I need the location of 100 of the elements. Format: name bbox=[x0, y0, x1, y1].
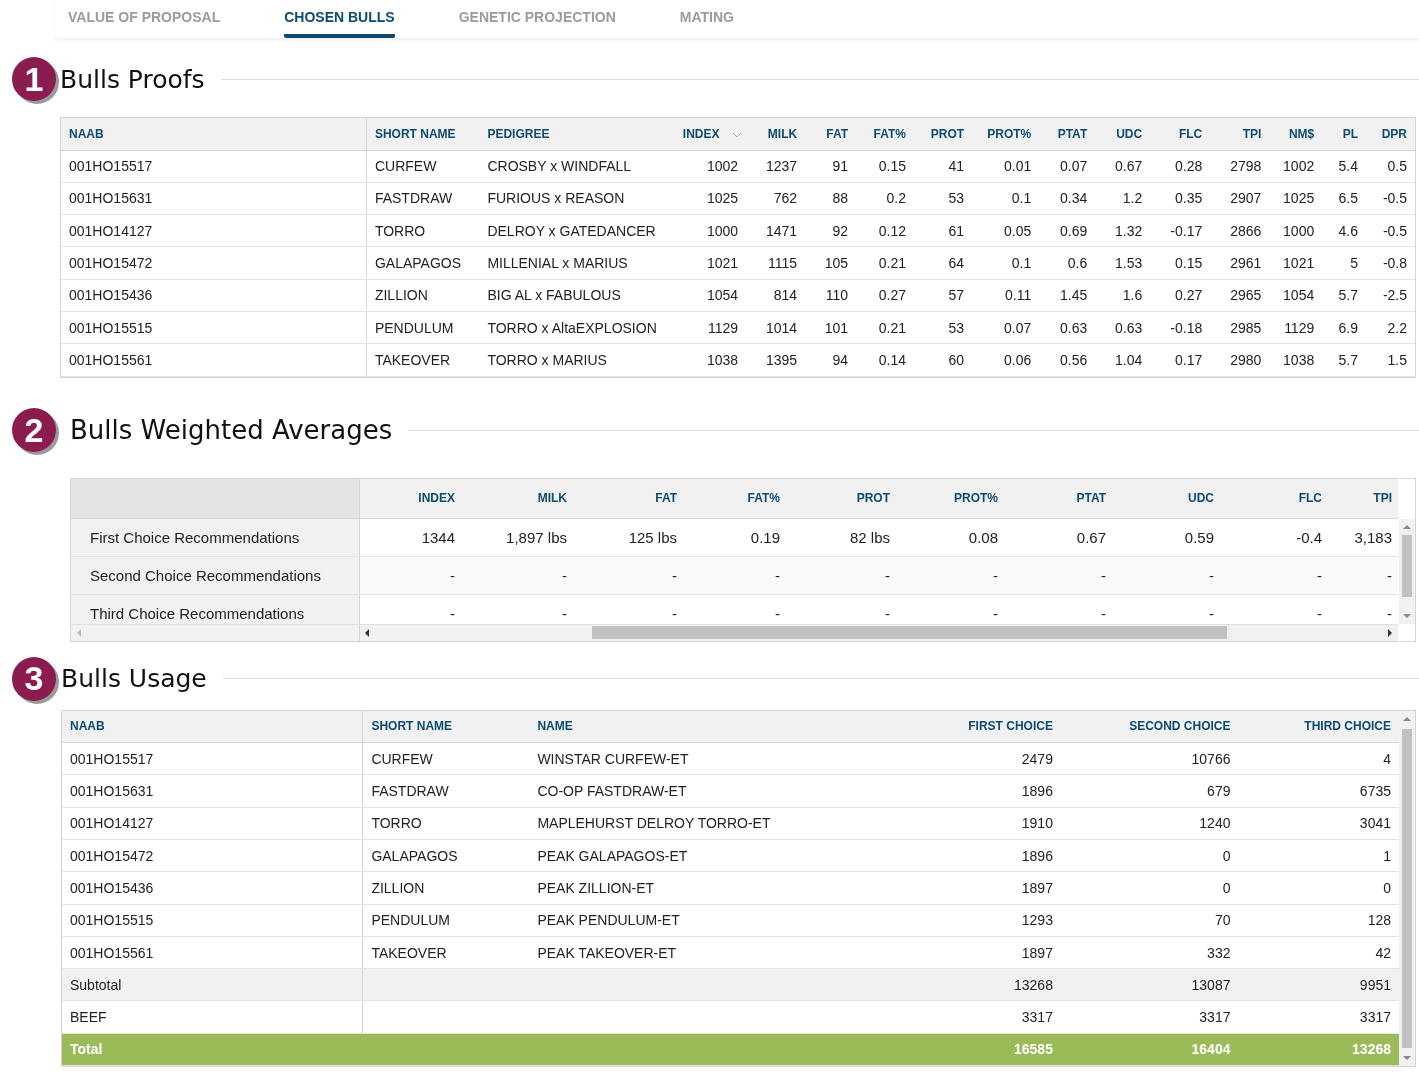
table-cell: 1896 bbox=[870, 839, 1061, 872]
column-header[interactable]: FAT bbox=[805, 118, 857, 150]
table-cell: 0 bbox=[1060, 871, 1239, 905]
table-cell: 0.15 bbox=[1150, 246, 1211, 280]
column-header[interactable]: NAAB bbox=[61, 118, 367, 150]
table-cell: 001HO15517 bbox=[62, 742, 363, 775]
table-cell: 001HO15561 bbox=[62, 936, 363, 969]
table-cell: 2985 bbox=[1210, 311, 1270, 344]
table-cell: 125 lbs bbox=[575, 518, 685, 557]
column-header[interactable]: SECOND CHOICE bbox=[1060, 710, 1239, 743]
table-cell: 0.08 bbox=[898, 518, 1006, 557]
table-cell: 1038 bbox=[1269, 343, 1323, 377]
column-header[interactable]: PROT% bbox=[898, 478, 1006, 519]
tab[interactable]: CHOSEN BULLS bbox=[284, 0, 395, 38]
column-header[interactable]: PROT bbox=[788, 478, 898, 519]
table-cell: 0.01 bbox=[972, 150, 1040, 183]
table-cell: Total bbox=[62, 1033, 363, 1066]
column-header[interactable]: UDC bbox=[1114, 478, 1222, 519]
table-cell: 5.4 bbox=[1322, 150, 1366, 183]
column-header[interactable]: PTAT bbox=[1039, 118, 1096, 150]
table-cell: - bbox=[788, 556, 898, 595]
column-header[interactable]: INDEX bbox=[674, 118, 747, 150]
row-label: Third Choice Recommendations bbox=[71, 594, 359, 625]
table-cell: 53 bbox=[914, 182, 973, 215]
table-cell: 0.07 bbox=[972, 311, 1040, 344]
column-header[interactable]: MILK bbox=[746, 118, 806, 150]
column-header[interactable]: SHORT NAME bbox=[362, 710, 530, 743]
table-cell: 0.14 bbox=[856, 343, 915, 377]
table-cell: 0.17 bbox=[1150, 343, 1211, 377]
column-header[interactable]: PL bbox=[1322, 118, 1366, 150]
table-cell: 1115 bbox=[746, 246, 806, 280]
column-header[interactable]: UDC bbox=[1095, 118, 1151, 150]
table-cell: - bbox=[1006, 556, 1114, 595]
table-cell: ZILLION bbox=[366, 279, 480, 312]
column-header[interactable]: SHORT NAME bbox=[366, 118, 480, 150]
table-cell: 1293 bbox=[870, 904, 1061, 937]
column-header[interactable]: PROT bbox=[914, 118, 973, 150]
column-header[interactable]: FAT% bbox=[685, 478, 788, 519]
table-cell: 1897 bbox=[870, 871, 1061, 905]
column-header[interactable]: THIRD CHOICE bbox=[1238, 710, 1399, 743]
section-number-badge: 3 bbox=[12, 656, 56, 701]
vertical-scrollbar[interactable] bbox=[1399, 518, 1415, 624]
table-cell: 1021 bbox=[674, 246, 747, 280]
table-cell: 0.56 bbox=[1039, 343, 1096, 377]
table-cell: 61 bbox=[914, 214, 973, 247]
column-header[interactable]: FLC bbox=[1222, 478, 1330, 519]
table-cell: 1,897 lbs bbox=[463, 518, 575, 557]
table-cell: -0.4 bbox=[1222, 518, 1330, 557]
table-cell: CROSBY x WINDFALL bbox=[479, 150, 675, 183]
column-header[interactable]: NAAB bbox=[62, 710, 363, 743]
table-cell: 88 bbox=[805, 182, 857, 215]
table-cell: 6.5 bbox=[1322, 182, 1366, 215]
column-header[interactable]: TPI bbox=[1330, 478, 1398, 519]
column-header[interactable]: MILK bbox=[463, 478, 575, 519]
table-cell: FURIOUS x REASON bbox=[479, 182, 675, 215]
table-cell: 1344 bbox=[359, 518, 463, 557]
column-header[interactable]: TPI bbox=[1210, 118, 1270, 150]
row-label: First Choice Recommendations bbox=[71, 518, 359, 557]
vertical-scrollbar[interactable] bbox=[1399, 710, 1415, 1067]
table-cell: 5.7 bbox=[1322, 343, 1366, 377]
table-cell: 1.45 bbox=[1039, 279, 1096, 312]
column-header[interactable]: FLC bbox=[1150, 118, 1211, 150]
table-cell: 64 bbox=[914, 246, 973, 280]
column-header[interactable]: FAT bbox=[575, 478, 685, 519]
table-cell: 60 bbox=[914, 343, 973, 377]
table-cell: BEEF bbox=[62, 1000, 363, 1034]
column-header[interactable]: INDEX bbox=[359, 478, 463, 519]
table-cell: 001HO15517 bbox=[61, 150, 367, 183]
table-cell: 1.04 bbox=[1095, 343, 1151, 377]
table-cell: - bbox=[685, 556, 788, 595]
table-cell: 001HO15436 bbox=[62, 871, 363, 905]
table-cell: 1.6 bbox=[1095, 279, 1151, 312]
table-cell: GALAPAGOS bbox=[366, 246, 480, 280]
column-header[interactable]: PEDIGREE bbox=[479, 118, 675, 150]
section-title: Bulls Weighted Averages bbox=[70, 415, 393, 446]
column-header[interactable]: DPR bbox=[1366, 118, 1415, 150]
table-cell: 1910 bbox=[870, 807, 1061, 840]
column-header[interactable]: PTAT bbox=[1006, 478, 1114, 519]
table-cell: -0.17 bbox=[1150, 214, 1211, 247]
table-cell: 41 bbox=[914, 150, 973, 183]
column-header[interactable]: PROT% bbox=[972, 118, 1040, 150]
table-cell: -0.5 bbox=[1366, 182, 1415, 215]
column-header[interactable]: NM$ bbox=[1269, 118, 1323, 150]
table-cell: 2479 bbox=[870, 742, 1061, 775]
table-cell: 1025 bbox=[674, 182, 747, 215]
table-cell: 0.63 bbox=[1095, 311, 1151, 344]
row-label: Second Choice Recommendations bbox=[71, 556, 359, 595]
table-cell: 0.1 bbox=[972, 182, 1040, 215]
section-number-badge: 1 bbox=[12, 57, 56, 101]
table-cell: 1.2 bbox=[1095, 182, 1151, 215]
table-cell: 91 bbox=[805, 150, 857, 183]
table-cell: 105 bbox=[805, 246, 857, 280]
table-cell: 762 bbox=[746, 182, 806, 215]
table-cell: TORRO x AltaEXPLOSION bbox=[479, 311, 675, 344]
column-header[interactable]: FIRST CHOICE bbox=[870, 710, 1061, 743]
table-cell: 1002 bbox=[1269, 150, 1323, 183]
column-header[interactable]: NAME bbox=[529, 710, 871, 743]
table-cell: 0 bbox=[1060, 839, 1239, 872]
column-header[interactable]: FAT% bbox=[856, 118, 915, 150]
table-cell: - bbox=[1330, 556, 1398, 595]
